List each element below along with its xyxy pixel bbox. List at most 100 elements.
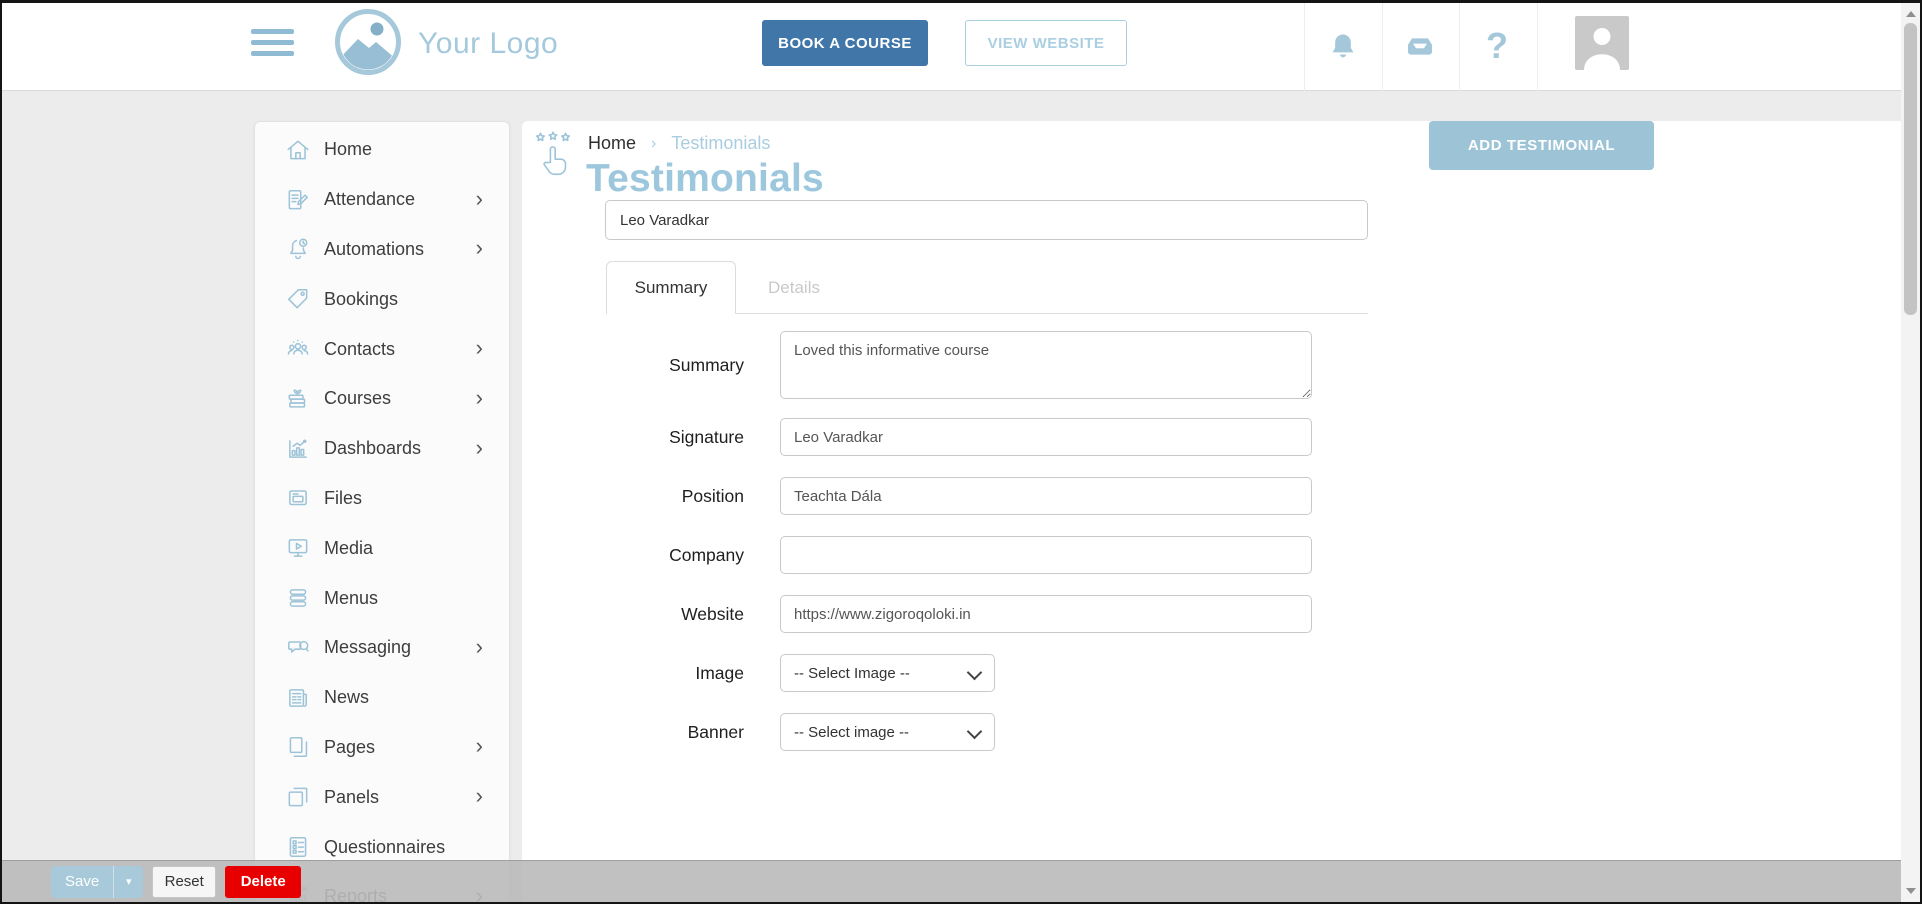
scrollbar-thumb[interactable] xyxy=(1904,23,1917,315)
website-input[interactable] xyxy=(780,595,1312,633)
header-divider xyxy=(1382,3,1383,91)
view-website-button[interactable]: VIEW WEBSITE xyxy=(965,20,1127,66)
sidebar-item-label: Messaging xyxy=(324,637,411,658)
sidebar-item-pages[interactable]: Pages › xyxy=(255,723,509,773)
scroll-up-icon[interactable] xyxy=(1906,11,1916,17)
signature-input[interactable] xyxy=(780,418,1312,456)
sidebar-item-home[interactable]: Home xyxy=(255,125,509,175)
sidebar-item-label: Files xyxy=(324,488,362,509)
sidebar-item-menus[interactable]: Menus xyxy=(255,573,509,623)
sidebar-item-label: Courses xyxy=(324,388,391,409)
sidebar-item-label: Media xyxy=(324,538,373,559)
main-content: Home › Testimonials Testimonials ADD TES… xyxy=(522,121,1905,904)
automations-icon xyxy=(285,236,311,262)
page-title: Testimonials xyxy=(586,157,824,201)
position-label: Position xyxy=(522,486,780,507)
tab-details[interactable]: Details xyxy=(736,261,852,314)
sidebar-item-label: Contacts xyxy=(324,339,395,360)
sidebar-item-label: Bookings xyxy=(324,289,398,310)
sidebar-item-panels[interactable]: Panels › xyxy=(255,772,509,822)
banner-label: Banner xyxy=(522,722,780,743)
tab-bar: Summary Details xyxy=(606,261,852,314)
book-a-course-button[interactable]: BOOK A COURSE xyxy=(762,20,928,66)
add-testimonial-button[interactable]: ADD TESTIMONIAL xyxy=(1429,121,1654,170)
sidebar-item-automations[interactable]: Automations › xyxy=(255,225,509,275)
summary-label: Summary xyxy=(522,355,780,376)
save-button[interactable]: Save ▾ xyxy=(51,866,143,898)
messaging-icon xyxy=(285,635,311,661)
logo-text: Your Logo xyxy=(418,27,558,61)
sidebar-menu: Home Attendance› Automations › Bookings Conta… xyxy=(254,121,510,904)
reset-button[interactable]: Reset xyxy=(152,866,216,898)
banner-select[interactable]: -- Select image -- xyxy=(780,713,995,751)
header: Your Logo BOOK A COURSE VIEW WEBSITE ? xyxy=(2,3,1903,91)
bell-icon[interactable] xyxy=(1327,31,1359,63)
chevron-right-icon: › xyxy=(476,435,483,461)
logo-image[interactable] xyxy=(334,8,402,76)
sidebar-item-attendance[interactable]: Attendance› xyxy=(255,175,509,225)
header-divider xyxy=(1537,3,1538,91)
company-input[interactable] xyxy=(780,536,1312,574)
sidebar-item-label: Questionnaires xyxy=(324,837,445,858)
sidebar-item-label: News xyxy=(324,687,369,708)
avatar[interactable] xyxy=(1575,16,1629,70)
banner-select-wrap: -- Select image -- xyxy=(780,713,995,751)
vertical-scrollbar xyxy=(1901,3,1920,902)
breadcrumb-home-link[interactable]: Home xyxy=(588,133,636,154)
save-dropdown-caret-icon[interactable]: ▾ xyxy=(113,866,143,898)
chevron-right-icon: › xyxy=(476,733,483,759)
questionnaires-icon xyxy=(285,834,311,860)
news-icon xyxy=(285,685,311,711)
sidebar-item-media[interactable]: Media xyxy=(255,523,509,573)
sidebar-item-label: Panels xyxy=(324,787,379,808)
sidebar-item-label: Dashboards xyxy=(324,438,421,459)
hamburger-menu-icon[interactable] xyxy=(251,29,294,57)
sidebar-item-label: Home xyxy=(324,139,372,160)
delete-button[interactable]: Delete xyxy=(225,866,301,898)
sidebar-item-messaging[interactable]: Messaging › xyxy=(255,623,509,673)
panels-icon xyxy=(285,784,311,810)
media-icon xyxy=(285,535,311,561)
bookings-icon xyxy=(285,286,311,312)
chevron-right-icon: › xyxy=(476,634,483,660)
signature-label: Signature xyxy=(522,427,780,448)
inbox-icon[interactable] xyxy=(1404,31,1436,63)
sidebar-item-label: Automations xyxy=(324,239,424,260)
save-button-label[interactable]: Save xyxy=(51,866,113,898)
sidebar-item-news[interactable]: News xyxy=(255,673,509,723)
chevron-right-icon: › xyxy=(476,385,483,411)
form-row-website: Website xyxy=(522,595,1422,633)
breadcrumb: Home › Testimonials xyxy=(588,133,770,154)
company-label: Company xyxy=(522,545,780,566)
tab-summary[interactable]: Summary xyxy=(606,261,736,314)
home-icon xyxy=(285,137,311,163)
dashboards-icon xyxy=(285,436,311,462)
testimonial-form: Summary Loved this informative course Si… xyxy=(522,331,1422,772)
sidebar-item-label: Pages xyxy=(324,737,375,758)
form-row-company: Company xyxy=(522,536,1422,574)
image-select[interactable]: -- Select Image -- xyxy=(780,654,995,692)
summary-textarea[interactable]: Loved this informative course xyxy=(780,331,1312,399)
chevron-right-icon: › xyxy=(476,783,483,809)
breadcrumb-current: Testimonials xyxy=(671,133,770,154)
testimonial-name-input[interactable] xyxy=(605,200,1368,240)
chevron-right-icon: › xyxy=(476,335,483,361)
attendance-icon xyxy=(285,187,311,213)
chevron-right-icon: › xyxy=(476,186,483,212)
image-select-wrap: -- Select Image -- xyxy=(780,654,995,692)
form-row-image: Image -- Select Image -- xyxy=(522,654,1422,692)
sidebar-item-dashboards[interactable]: Dashboards › xyxy=(255,424,509,474)
scroll-down-icon[interactable] xyxy=(1906,888,1916,894)
chevron-right-icon: › xyxy=(476,235,483,261)
form-row-summary: Summary Loved this informative course xyxy=(522,331,1422,399)
form-row-banner: Banner -- Select image -- xyxy=(522,713,1422,751)
sidebar-item-courses[interactable]: Courses › xyxy=(255,374,509,424)
sidebar-item-bookings[interactable]: Bookings xyxy=(255,274,509,324)
position-input[interactable] xyxy=(780,477,1312,515)
website-label: Website xyxy=(522,604,780,625)
help-icon[interactable]: ? xyxy=(1486,25,1508,67)
sidebar-item-contacts[interactable]: Contacts › xyxy=(255,324,509,374)
form-row-position: Position xyxy=(522,477,1422,515)
sidebar-item-files[interactable]: Files xyxy=(255,474,509,524)
breadcrumb-separator: › xyxy=(651,135,656,153)
